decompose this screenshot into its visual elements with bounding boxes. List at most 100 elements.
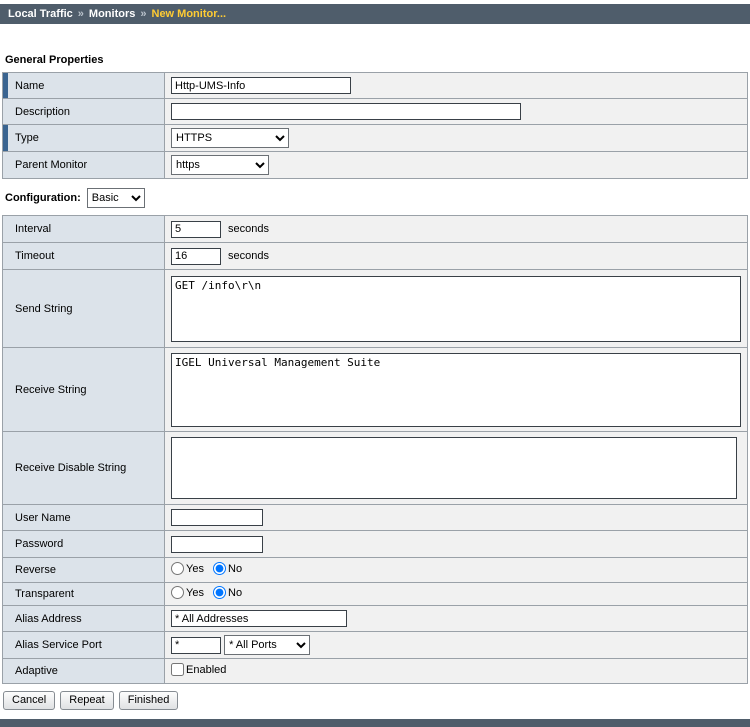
type-value-cell: HTTPS (165, 125, 748, 152)
parent-monitor-select[interactable]: https (171, 155, 269, 175)
footer-bar (0, 719, 750, 727)
timeout-input[interactable] (171, 248, 221, 265)
parent-monitor-label: Parent Monitor (15, 159, 87, 171)
send-string-textarea[interactable]: GET /info\r\n (171, 276, 741, 342)
interval-input[interactable] (171, 221, 221, 238)
send-string-row: Send String GET /info\r\n (3, 270, 748, 348)
receive-string-label-cell: Receive String (3, 348, 165, 432)
transparent-label: Transparent (15, 588, 74, 600)
adaptive-label-cell: Adaptive (3, 659, 165, 684)
alias-address-input[interactable] (171, 610, 347, 627)
type-label: Type (15, 132, 39, 144)
receive-disable-string-row: Receive Disable String (3, 432, 748, 505)
parent-monitor-label-cell: Parent Monitor (3, 152, 165, 179)
send-string-label: Send String (15, 303, 72, 315)
cancel-button[interactable]: Cancel (3, 691, 55, 710)
user-name-value-cell (165, 505, 748, 531)
transparent-yes-radio[interactable] (171, 586, 184, 599)
general-properties-table: Name Description Type HTTPS Parent Monit… (2, 72, 748, 179)
user-name-label-cell: User Name (3, 505, 165, 531)
timeout-label: Timeout (15, 250, 54, 262)
configuration-table: Interval seconds Timeout seconds Send St… (2, 215, 748, 684)
interval-label: Interval (15, 223, 51, 235)
breadcrumb-monitors[interactable]: Monitors (89, 8, 135, 20)
password-label: Password (15, 538, 63, 550)
breadcrumb-current: New Monitor... (152, 8, 227, 20)
alias-address-label: Alias Address (15, 613, 82, 625)
transparent-row: Transparent Yes No (3, 583, 748, 606)
configuration-label: Configuration: (5, 192, 81, 204)
finished-button[interactable]: Finished (119, 691, 179, 710)
password-value-cell (165, 531, 748, 558)
adaptive-enabled-label: Enabled (186, 664, 226, 676)
description-input[interactable] (171, 103, 521, 120)
receive-string-textarea[interactable]: IGEL Universal Management Suite (171, 353, 741, 427)
breadcrumb-local-traffic[interactable]: Local Traffic (8, 8, 73, 20)
breadcrumb-separator: » (78, 8, 84, 20)
password-label-cell: Password (3, 531, 165, 558)
alias-address-row: Alias Address (3, 606, 748, 632)
interval-value-cell: seconds (165, 216, 748, 243)
name-row: Name (3, 73, 748, 99)
alias-service-port-input[interactable] (171, 637, 221, 654)
name-label: Name (15, 80, 44, 92)
type-select[interactable]: HTTPS (171, 128, 289, 148)
reverse-yes-radio[interactable] (171, 562, 184, 575)
interval-row: Interval seconds (3, 216, 748, 243)
description-label: Description (15, 106, 70, 118)
name-input[interactable] (171, 77, 351, 94)
transparent-yes-label: Yes (186, 587, 204, 599)
reverse-no-radio[interactable] (213, 562, 226, 575)
password-input[interactable] (171, 536, 263, 553)
transparent-value-cell: Yes No (165, 583, 748, 606)
receive-disable-string-textarea[interactable] (171, 437, 737, 499)
reverse-label: Reverse (15, 564, 56, 576)
reverse-label-cell: Reverse (3, 558, 165, 583)
reverse-value-cell: Yes No (165, 558, 748, 583)
receive-disable-string-label-cell: Receive Disable String (3, 432, 165, 505)
breadcrumb: Local Traffic » Monitors » New Monitor..… (0, 4, 750, 24)
type-row: Type HTTPS (3, 125, 748, 152)
required-marker (3, 125, 8, 151)
breadcrumb-separator: » (140, 8, 146, 20)
receive-disable-string-value-cell (165, 432, 748, 505)
type-label-cell: Type (3, 125, 165, 152)
repeat-button[interactable]: Repeat (60, 691, 113, 710)
description-row: Description (3, 99, 748, 125)
user-name-input[interactable] (171, 509, 263, 526)
reverse-row: Reverse Yes No (3, 558, 748, 583)
receive-string-value-cell: IGEL Universal Management Suite (165, 348, 748, 432)
transparent-no-radio[interactable] (213, 586, 226, 599)
adaptive-enabled-checkbox[interactable] (171, 663, 184, 676)
adaptive-row: Adaptive Enabled (3, 659, 748, 684)
name-value-cell (165, 73, 748, 99)
user-name-label: User Name (15, 512, 71, 524)
interval-unit: seconds (228, 223, 269, 235)
alias-service-port-label-cell: Alias Service Port (3, 632, 165, 659)
alias-address-label-cell: Alias Address (3, 606, 165, 632)
action-buttons: Cancel Repeat Finished (3, 691, 750, 710)
receive-string-label: Receive String (15, 384, 87, 396)
description-label-cell: Description (3, 99, 165, 125)
adaptive-label: Adaptive (15, 665, 58, 677)
required-marker (3, 73, 8, 98)
alias-service-port-label: Alias Service Port (15, 639, 102, 651)
transparent-no-label: No (228, 587, 242, 599)
alias-service-port-row: Alias Service Port * All Ports (3, 632, 748, 659)
parent-monitor-row: Parent Monitor https (3, 152, 748, 179)
alias-address-value-cell (165, 606, 748, 632)
name-label-cell: Name (3, 73, 165, 99)
send-string-label-cell: Send String (3, 270, 165, 348)
receive-disable-string-label: Receive Disable String (15, 462, 126, 474)
configuration-mode-select[interactable]: Basic (87, 188, 145, 208)
timeout-label-cell: Timeout (3, 243, 165, 270)
general-properties-title: General Properties (5, 53, 750, 67)
user-name-row: User Name (3, 505, 748, 531)
receive-string-row: Receive String IGEL Universal Management… (3, 348, 748, 432)
alias-service-port-select[interactable]: * All Ports (224, 635, 310, 655)
configuration-header: Configuration: Basic (5, 187, 750, 209)
adaptive-value-cell: Enabled (165, 659, 748, 684)
timeout-value-cell: seconds (165, 243, 748, 270)
timeout-unit: seconds (228, 250, 269, 262)
timeout-row: Timeout seconds (3, 243, 748, 270)
